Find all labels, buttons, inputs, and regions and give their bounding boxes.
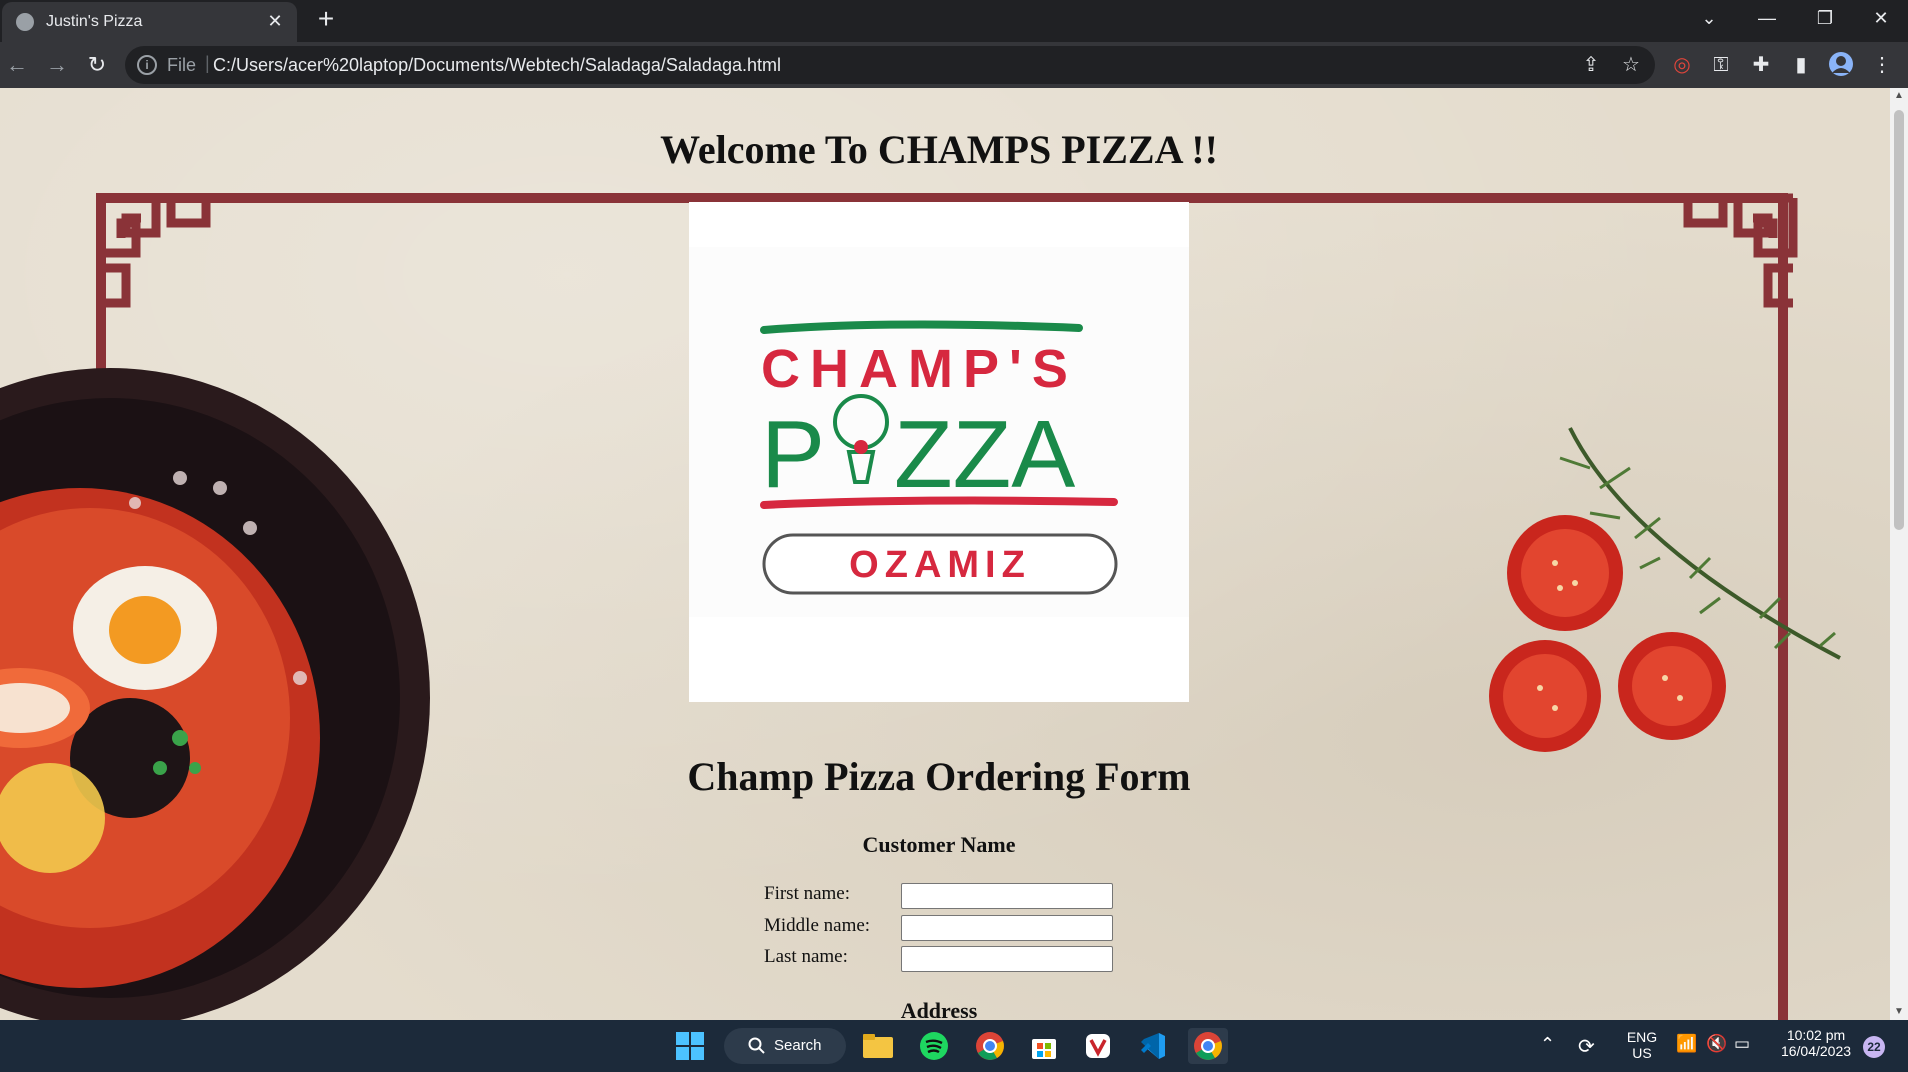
language-indicator[interactable]: ENG US bbox=[1622, 1029, 1662, 1061]
forward-button[interactable]: → bbox=[42, 50, 72, 80]
page-scrollbar[interactable]: ▲ ▼ bbox=[1890, 88, 1908, 1020]
region-code: US bbox=[1632, 1045, 1652, 1061]
spotify-icon bbox=[920, 1032, 948, 1060]
extension-record-icon[interactable]: ◎ bbox=[1668, 51, 1696, 79]
restore-button[interactable]: ❐ bbox=[1796, 0, 1854, 36]
first-name-label: First name: bbox=[764, 883, 851, 904]
tab-strip: Justin's Pizza ✕ + ⌄ — ❐ ✕ bbox=[0, 0, 1908, 42]
extensions-puzzle-icon[interactable]: ✚ bbox=[1747, 51, 1775, 79]
side-panel-icon[interactable]: ▮ bbox=[1787, 51, 1815, 79]
extension-key-icon[interactable]: ⚿ bbox=[1707, 51, 1735, 79]
avatar-icon bbox=[1829, 52, 1853, 76]
folder-icon bbox=[863, 1034, 893, 1058]
tab-title: Justin's Pizza bbox=[46, 13, 143, 30]
windows-taskbar: Search ⌃ ⟳ ENG US 📶 🔇 ▭ 10:02 pm 16/04/2… bbox=[0, 1020, 1908, 1072]
clock-date: 16/04/2023 bbox=[1780, 1043, 1852, 1059]
profile-avatar[interactable] bbox=[1827, 51, 1855, 79]
logo-zza-text: ZZA bbox=[894, 401, 1075, 508]
logo-graphic: CHAMP'S P ZZA OZAMIZ bbox=[689, 247, 1189, 617]
browser-toolbar: ← → ↻ i File | C:/Users/acer%20laptop/Do… bbox=[0, 42, 1908, 88]
address-heading: Address bbox=[900, 998, 978, 1020]
vscode-app[interactable] bbox=[1132, 1028, 1172, 1064]
frame-corner-left bbox=[96, 193, 211, 308]
globe-icon bbox=[16, 13, 34, 31]
chrome-active-app[interactable] bbox=[1188, 1028, 1228, 1064]
spotify-app[interactable] bbox=[914, 1028, 954, 1064]
chrome-icon bbox=[976, 1032, 1004, 1060]
middle-name-label: Middle name: bbox=[764, 915, 871, 936]
middle-name-input[interactable] bbox=[901, 915, 1113, 941]
clock[interactable]: 10:02 pm 16/04/2023 bbox=[1772, 1027, 1860, 1059]
back-button[interactable]: ← bbox=[2, 50, 32, 80]
logo-ozamiz-badge: OZAMIZ bbox=[849, 544, 1031, 586]
wifi-icon[interactable]: 📶 bbox=[1676, 1034, 1697, 1054]
address-bar[interactable]: i File | C:/Users/acer%20laptop/Document… bbox=[125, 46, 1655, 84]
browser-tab[interactable]: Justin's Pizza ✕ bbox=[2, 2, 297, 42]
windows-logo-icon bbox=[676, 1032, 704, 1060]
tab-close-icon[interactable]: ✕ bbox=[263, 9, 287, 33]
search-icon bbox=[748, 1037, 765, 1054]
file-explorer-app[interactable] bbox=[858, 1028, 898, 1064]
page-viewport: Welcome To CHAMPS PIZZA !! CHAMP'S P ZZA… bbox=[0, 88, 1890, 1020]
welcome-heading: Welcome To CHAMPS PIZZA !! bbox=[660, 127, 1218, 172]
share-icon[interactable]: ⇪ bbox=[1577, 51, 1605, 79]
show-hidden-icons-chevron-icon[interactable]: ⌃ bbox=[1540, 1034, 1555, 1055]
vivaldi-icon bbox=[1086, 1034, 1110, 1058]
ramen-bowl-illustration bbox=[0, 368, 430, 1020]
vscode-icon bbox=[1141, 1033, 1165, 1059]
first-name-input[interactable] bbox=[901, 883, 1113, 909]
scroll-thumb[interactable] bbox=[1894, 110, 1904, 530]
url-scheme: File bbox=[167, 55, 197, 75]
info-icon[interactable]: i bbox=[137, 55, 157, 75]
url-text[interactable]: C:/Users/acer%20laptop/Documents/Webtech… bbox=[213, 55, 781, 76]
volume-muted-icon[interactable]: 🔇 bbox=[1706, 1034, 1727, 1054]
new-tab-button[interactable]: + bbox=[310, 4, 342, 36]
frame-corner-right bbox=[1683, 193, 1798, 308]
form-title: Champ Pizza Ordering Form bbox=[687, 754, 1191, 799]
microsoft-store-app[interactable] bbox=[1024, 1028, 1064, 1064]
customer-name-heading: Customer Name bbox=[862, 832, 1016, 857]
scroll-up-arrow-icon[interactable]: ▲ bbox=[1890, 88, 1908, 104]
last-name-label: Last name: bbox=[764, 946, 848, 967]
champs-pizza-logo: CHAMP'S P ZZA OZAMIZ bbox=[689, 202, 1189, 702]
language-code: ENG bbox=[1626, 1029, 1658, 1045]
notification-badge[interactable]: 22 bbox=[1863, 1036, 1885, 1058]
close-window-button[interactable]: ✕ bbox=[1852, 0, 1908, 36]
tab-search-button[interactable]: ⌄ bbox=[1680, 0, 1738, 36]
start-button[interactable] bbox=[670, 1028, 710, 1064]
last-name-input[interactable] bbox=[901, 946, 1113, 972]
logo-champs-text: CHAMP'S bbox=[761, 339, 1078, 399]
url-separator: | bbox=[205, 53, 210, 73]
vivaldi-app[interactable] bbox=[1078, 1028, 1118, 1064]
sync-icon[interactable]: ⟳ bbox=[1578, 1034, 1595, 1059]
menu-kebab-icon[interactable]: ⋮ bbox=[1868, 51, 1896, 79]
store-icon bbox=[1032, 1039, 1056, 1059]
scroll-down-arrow-icon[interactable]: ▼ bbox=[1890, 1004, 1908, 1020]
battery-icon[interactable]: ▭ bbox=[1734, 1034, 1750, 1054]
search-label: Search bbox=[774, 1037, 822, 1054]
bookmark-star-icon[interactable]: ☆ bbox=[1617, 51, 1645, 79]
clock-time: 10:02 pm bbox=[1786, 1027, 1846, 1043]
reload-button[interactable]: ↻ bbox=[82, 50, 112, 80]
chrome-profile-icon bbox=[1194, 1032, 1222, 1060]
logo-p-text: P bbox=[761, 401, 825, 508]
chrome-app[interactable] bbox=[970, 1028, 1010, 1064]
minimize-button[interactable]: — bbox=[1738, 0, 1796, 36]
taskbar-search[interactable]: Search bbox=[724, 1028, 846, 1064]
